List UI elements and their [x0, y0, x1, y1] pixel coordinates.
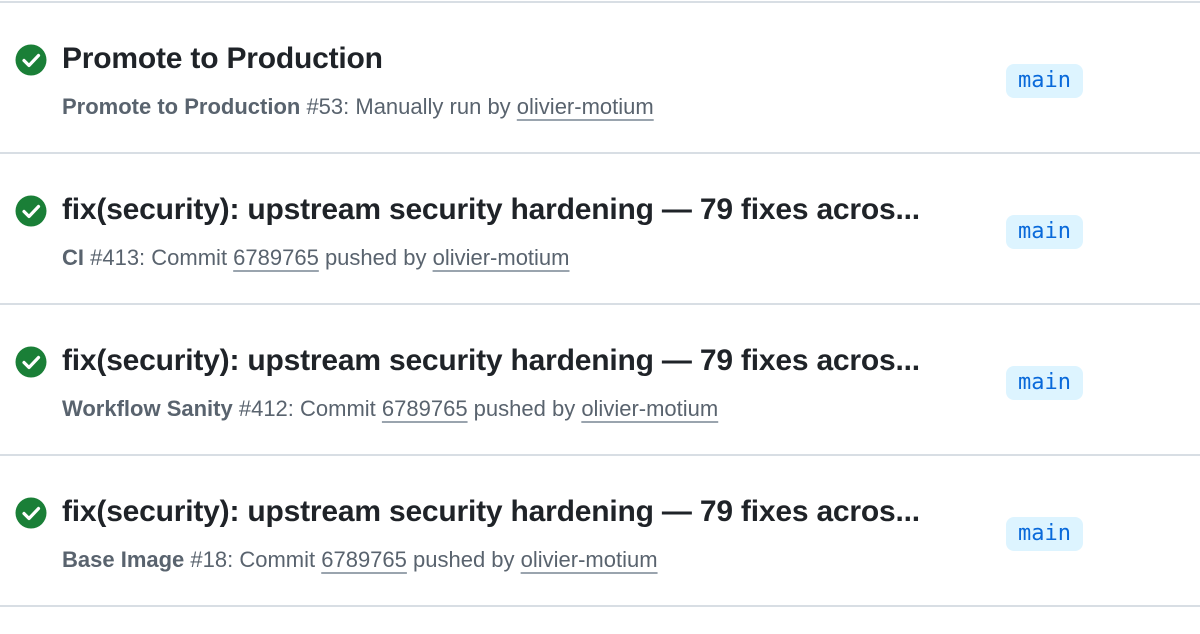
run-number: #18: [184, 547, 240, 572]
actor-link[interactable]: olivier-motium [521, 547, 658, 572]
run-title-link[interactable]: fix(security): upstream security hardeni… [62, 493, 962, 531]
check-circle-icon [15, 44, 47, 76]
workflow-name: Promote to Production [62, 94, 301, 119]
run-title-link[interactable]: fix(security): upstream security hardeni… [62, 342, 962, 380]
branch-badge[interactable]: main [1006, 215, 1083, 249]
actor-link[interactable]: olivier-motium [581, 396, 718, 421]
run-number: #412: [232, 396, 301, 421]
event-text: Manually run by [355, 94, 517, 119]
run-meta: Base Image #18: Commit 6789765 pushed by… [62, 545, 658, 575]
check-circle-icon [15, 346, 47, 378]
event-text: Commit [239, 547, 322, 572]
branch-badge[interactable]: main [1006, 366, 1083, 400]
workflow-run-row[interactable]: fix(security): upstream security hardeni… [0, 154, 1200, 305]
run-number: #413: [84, 245, 152, 270]
actor-link[interactable]: olivier-motium [517, 94, 654, 119]
run-title-link[interactable]: Promote to Production [62, 40, 962, 78]
workflow-name: CI [62, 245, 84, 270]
branch-badge[interactable]: main [1006, 517, 1083, 551]
event-text: Commit [151, 245, 234, 270]
run-meta: Promote to Production #53: Manually run … [62, 92, 654, 122]
event-text: Commit [300, 396, 382, 421]
commit-link[interactable]: 6789765 [382, 396, 468, 421]
branch-badge[interactable]: main [1006, 64, 1083, 98]
pushed-by-text: pushed by [406, 547, 521, 572]
actor-link[interactable]: olivier-motium [433, 245, 570, 270]
workflow-run-list: Promote to Production Promote to Product… [0, 3, 1200, 607]
run-meta: CI #413: Commit 6789765 pushed by olivie… [62, 243, 570, 273]
workflow-run-row[interactable]: fix(security): upstream security hardeni… [0, 456, 1200, 607]
commit-link[interactable]: 6789765 [233, 245, 319, 270]
commit-link[interactable]: 6789765 [321, 547, 407, 572]
check-circle-icon [15, 195, 47, 227]
check-circle-icon [15, 497, 47, 529]
workflow-name: Base Image [62, 547, 185, 572]
pushed-by-text: pushed by [467, 396, 582, 421]
workflow-run-row[interactable]: fix(security): upstream security hardeni… [0, 305, 1200, 456]
run-meta: Workflow Sanity #412: Commit 6789765 pus… [62, 394, 718, 424]
workflow-run-row[interactable]: Promote to Production Promote to Product… [0, 3, 1200, 154]
run-number: #53: [300, 94, 356, 119]
run-title-link[interactable]: fix(security): upstream security hardeni… [62, 191, 962, 229]
workflow-name: Workflow Sanity [62, 396, 233, 421]
pushed-by-text: pushed by [318, 245, 433, 270]
